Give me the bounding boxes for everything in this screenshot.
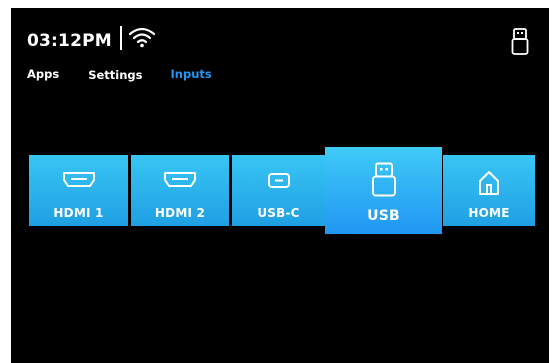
input-tile-usb[interactable]: USB [325,147,442,234]
tab-inputs[interactable]: Inputs [171,67,212,81]
input-tile-home[interactable]: HOME [443,155,535,226]
input-tile-hdmi-1[interactable]: HDMI 1 [29,155,128,226]
usb-drive-icon [511,28,529,55]
home-icon [479,171,499,195]
hdmi-port-icon [164,172,196,187]
input-label: HOME [468,206,510,220]
input-label: HDMI 1 [53,206,104,220]
tv-screen: 03:12PM Apps Settings Inputs HDMI 1 HDMI… [11,8,549,363]
usb-c-port-icon [267,173,290,188]
clock: 03:12PM [27,31,112,51]
status-bar: 03:12PM [27,26,156,54]
hdmi-port-icon [62,172,95,187]
tab-settings[interactable]: Settings [88,68,142,82]
usb-drive-icon [371,162,396,197]
input-label: HDMI 2 [154,206,206,220]
status-divider [119,26,122,50]
input-tile-usb-c[interactable]: USB-C [232,155,325,226]
input-tile-hdmi-2[interactable]: HDMI 2 [131,155,229,226]
input-label: USB [367,208,400,224]
tab-apps[interactable]: Apps [27,67,59,81]
wifi-icon [128,27,155,48]
input-label: USB-C [257,206,300,220]
nav-tabs: Apps Settings Inputs [27,65,212,83]
